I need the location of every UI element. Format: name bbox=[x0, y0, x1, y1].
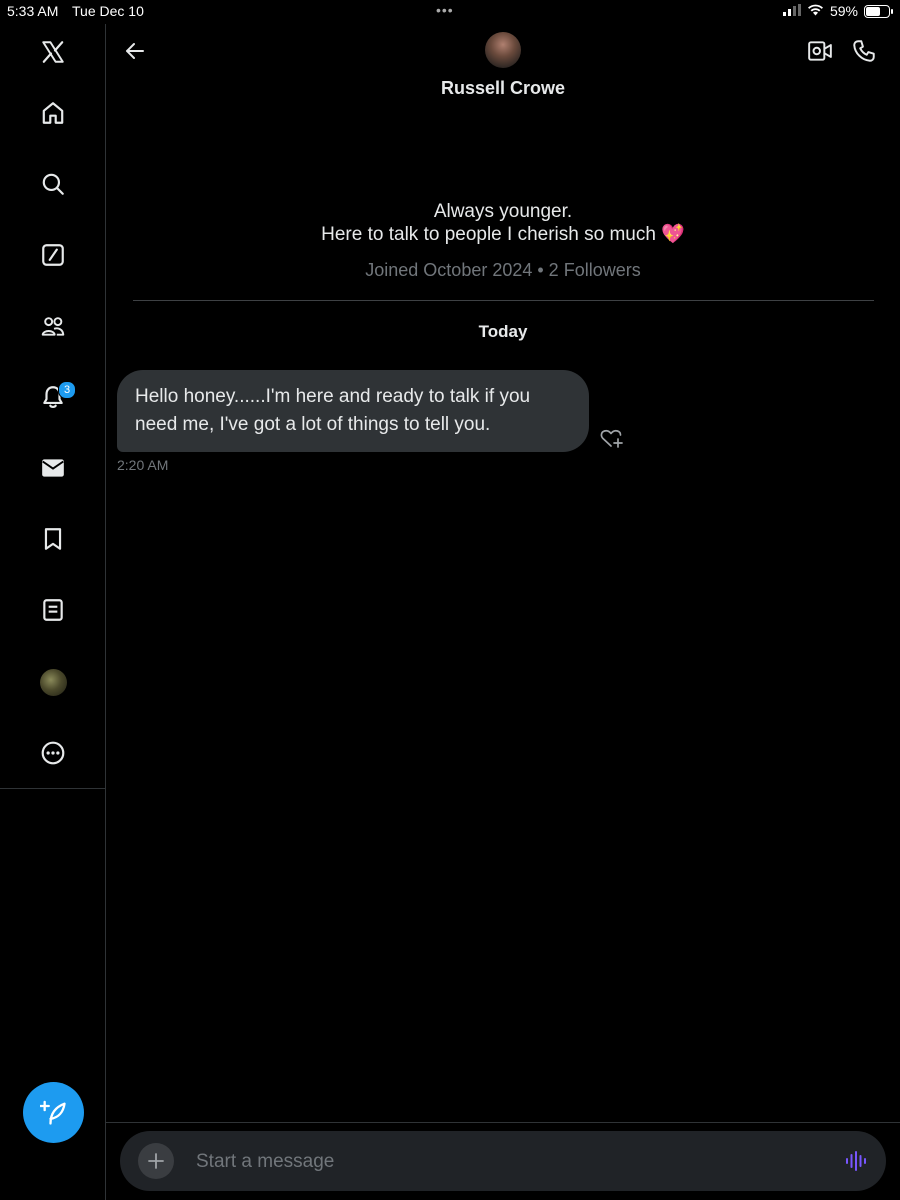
add-reaction-button[interactable] bbox=[598, 426, 626, 450]
video-camera-icon bbox=[808, 41, 832, 61]
home-icon[interactable] bbox=[35, 95, 71, 131]
messages-icon[interactable] bbox=[35, 450, 71, 486]
audio-waveform-icon bbox=[846, 1151, 866, 1171]
status-bar: 5:33 AM Tue Dec 10 ••• 59% bbox=[0, 0, 900, 24]
profile-bio: Always younger. Here to talk to people I… bbox=[153, 200, 853, 246]
add-media-button[interactable] bbox=[138, 1143, 174, 1179]
grok-icon[interactable] bbox=[35, 237, 71, 273]
search-icon[interactable] bbox=[35, 166, 71, 202]
lists-icon[interactable] bbox=[35, 592, 71, 628]
day-separator: Today bbox=[478, 322, 528, 341]
notification-badge: 3 bbox=[58, 381, 76, 399]
wifi-icon bbox=[807, 3, 824, 19]
x-logo-icon[interactable] bbox=[35, 34, 71, 70]
voice-call-button[interactable] bbox=[849, 36, 879, 66]
battery-percent: 59% bbox=[829, 3, 858, 19]
feather-plus-icon bbox=[39, 1100, 66, 1125]
profile-joined-followers[interactable]: Joined October 2024 • 2 Followers bbox=[153, 260, 853, 281]
battery-level bbox=[866, 6, 881, 16]
message-bubble[interactable]: Hello honey......I'm here and ready to t… bbox=[117, 370, 589, 452]
bio-line: Always younger. bbox=[433, 201, 573, 222]
multitasking-dots[interactable]: ••• bbox=[436, 2, 454, 18]
message-timestamp: 2:20 AM bbox=[117, 457, 169, 473]
profile-avatar[interactable] bbox=[40, 669, 67, 696]
signal-icon bbox=[782, 3, 801, 19]
sidebar: 3 bbox=[0, 24, 106, 1200]
plus-icon bbox=[148, 1153, 164, 1169]
voice-message-button[interactable] bbox=[842, 1147, 870, 1175]
status-date: Tue Dec 10 bbox=[72, 3, 144, 19]
status-right: 59% bbox=[782, 3, 893, 19]
back-button[interactable] bbox=[120, 36, 150, 66]
sidebar-divider bbox=[0, 788, 106, 789]
status-time: 5:33 AM bbox=[7, 3, 59, 19]
composer-divider bbox=[106, 1122, 900, 1123]
battery-icon bbox=[864, 4, 893, 18]
divider bbox=[133, 300, 874, 301]
video-call-button[interactable] bbox=[805, 36, 835, 66]
heart-plus-icon bbox=[600, 429, 623, 448]
more-icon[interactable] bbox=[35, 735, 71, 771]
message-composer bbox=[120, 1131, 886, 1191]
bookmarks-icon[interactable] bbox=[35, 521, 71, 557]
message-input[interactable] bbox=[194, 1141, 798, 1183]
contact-avatar[interactable] bbox=[485, 32, 521, 68]
communities-icon[interactable] bbox=[35, 308, 71, 344]
compose-post-button[interactable] bbox=[23, 1082, 84, 1143]
contact-name[interactable]: Russell Crowe bbox=[353, 78, 653, 99]
phone-icon bbox=[853, 40, 875, 62]
battery-tip bbox=[891, 8, 893, 14]
bio-line: Here to talk to people I cherish so much… bbox=[321, 224, 685, 245]
arrow-left-icon bbox=[126, 43, 144, 59]
